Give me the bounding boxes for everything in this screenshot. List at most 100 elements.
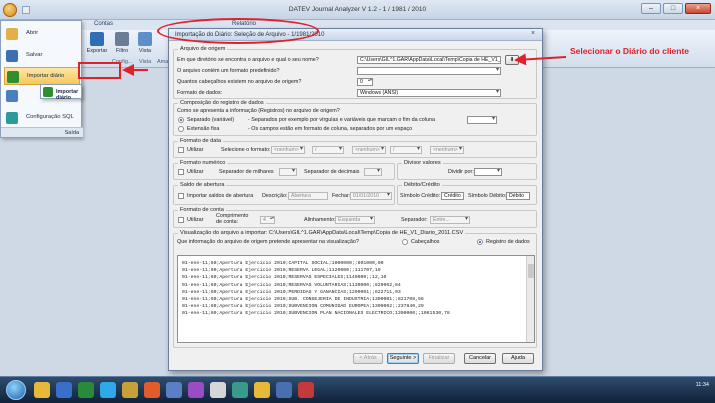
opening-balance-checkbox[interactable]	[178, 193, 184, 199]
back-button[interactable]: < Atrás	[353, 353, 383, 364]
number-use-checkbox[interactable]	[178, 169, 184, 175]
app-icon-2[interactable]	[232, 382, 248, 398]
exit-button[interactable]: Saída	[65, 130, 79, 136]
cancel-button[interactable]: Cancelar	[464, 353, 496, 364]
date-sep-1-select[interactable]: /	[312, 146, 344, 154]
preview-scrollbar[interactable]	[526, 256, 534, 342]
submenu-importar-diario[interactable]: Importar diário	[40, 84, 82, 101]
separated-label: Separado (variável)	[187, 117, 235, 123]
start-button[interactable]	[6, 380, 26, 400]
description-input[interactable]: Abertura	[288, 192, 328, 200]
menu-item-abrir[interactable]: Abrir	[4, 25, 80, 43]
chrome-icon[interactable]	[144, 382, 160, 398]
onenote-icon[interactable]	[188, 382, 204, 398]
minimize-button[interactable]: –	[641, 3, 661, 14]
datev-icon[interactable]	[210, 382, 226, 398]
fixed-width-desc: - Os campos estão em formato de coluna, …	[248, 126, 413, 132]
word-icon[interactable]	[56, 382, 72, 398]
skype-icon[interactable]	[100, 382, 116, 398]
outlook-icon[interactable]	[166, 382, 182, 398]
date-part-1-select[interactable]: <nenhum>	[271, 146, 305, 154]
excel-icon[interactable]	[78, 382, 94, 398]
scrollbar-thumb[interactable]	[528, 264, 534, 278]
credit-symbol-label: Símbolo Crédito:	[400, 193, 441, 199]
group-record-composition: Composição do registro de dados Como se …	[173, 100, 537, 136]
preview-box[interactable]: 01-ene-11;60;Apertura Ejercicio 2010;CAP…	[177, 255, 535, 343]
number-use-label: Utilizar	[187, 169, 204, 175]
import-icon	[43, 87, 53, 97]
preview-line: 01-ene-11;60;Apertura Ejercicio 2010;PER…	[182, 289, 401, 295]
menu-item-importar-diario[interactable]: Importar diário	[4, 67, 80, 85]
folder-icon[interactable]	[254, 382, 270, 398]
thousands-sep-select[interactable]	[279, 168, 297, 176]
annotation-rect	[78, 62, 121, 79]
browse-button[interactable]: ⬇	[505, 55, 519, 65]
opening-date-input[interactable]: 01/01/2010	[350, 192, 392, 200]
menu-item-salvar[interactable]: Salvar	[4, 47, 80, 65]
menu-item-config-sql[interactable]: Configuração SQL	[4, 109, 80, 127]
group-date-format: Formato de data Utilizar Selecione o for…	[173, 138, 537, 158]
preview-line: 01-ene-11;60;Apertura Ejercicio 2010;SUB…	[182, 297, 424, 303]
debit-symbol-label: Símbolo Débito:	[468, 193, 507, 199]
menu-item-label: Configuração SQL	[26, 114, 74, 120]
app-title: DATEV Journal Analyzer V 1.2 - 1 / 1981 …	[288, 6, 427, 13]
date-use-checkbox[interactable]	[178, 147, 184, 153]
filter-button[interactable]: Filtro	[111, 32, 133, 54]
window-controls: – □ ×	[641, 3, 711, 14]
debit-symbol-input[interactable]: Débito	[506, 192, 530, 200]
description-label: Descrição:	[262, 193, 288, 199]
file-path-input[interactable]: C:\Users\GIL^1.GAR\AppData\Local\Temp\Co…	[357, 56, 501, 64]
export-button[interactable]: Exportar	[86, 32, 108, 54]
alignment-select[interactable]: Esquerda	[335, 216, 375, 224]
header-lines-stepper[interactable]: 0	[357, 78, 373, 86]
group-value-divisor: Divisor valores Dividir por:	[397, 160, 537, 180]
group-number-format: Formato numérico Utilizar Separador de m…	[173, 160, 395, 180]
group-title: Divisor valores	[402, 160, 443, 166]
separator-select[interactable]	[467, 116, 497, 124]
headers-label: Cabeçalhos	[411, 239, 440, 245]
preview-lines: 01-ene-11;60;Apertura Ejercicio 2010;CAP…	[178, 256, 534, 318]
records-radio[interactable]	[477, 239, 483, 245]
tab-contas[interactable]: Contas	[94, 21, 113, 27]
view-button[interactable]: Vista	[134, 32, 156, 54]
import-icon	[7, 71, 19, 83]
close-button[interactable]: ×	[685, 3, 711, 14]
account-separator-label: Separador:	[401, 217, 428, 223]
date-part-2-select[interactable]: <nenhum>	[352, 146, 386, 154]
credit-symbol-input[interactable]: Crédito	[441, 192, 464, 200]
decimal-sep-select[interactable]	[364, 168, 382, 176]
ribbon-group-ama: Ama	[157, 59, 169, 65]
explorer-icon[interactable]	[34, 382, 50, 398]
group-title: Arquivo de origem	[178, 46, 228, 52]
fixed-width-radio[interactable]	[178, 126, 184, 132]
date-label: Fechar:	[332, 193, 351, 199]
app-icon-4[interactable]	[298, 382, 314, 398]
fixed-width-label: Extensão fixa	[187, 126, 220, 132]
annotation-ellipse	[157, 18, 319, 44]
group-opening-balance: Saldo de abertura Importar saldos de abe…	[173, 182, 395, 205]
app-icon[interactable]	[122, 382, 138, 398]
maximize-button[interactable]: □	[663, 3, 683, 14]
data-format-select[interactable]: Windows (ANSI)	[357, 89, 501, 97]
divide-by-select[interactable]	[474, 168, 502, 176]
account-length-stepper[interactable]: 4	[260, 216, 275, 224]
account-separator-select[interactable]: Entre...	[430, 216, 470, 224]
app-icon-3[interactable]	[276, 382, 292, 398]
separated-radio[interactable]	[178, 117, 184, 123]
group-title: Formato numérico	[178, 160, 228, 166]
help-button[interactable]: Ajuda	[502, 353, 534, 364]
date-sep-2-select[interactable]: /	[390, 146, 422, 154]
account-use-checkbox[interactable]	[178, 217, 184, 223]
group-title: Saldo de abertura	[178, 182, 227, 188]
dialog-close-button[interactable]: ×	[527, 30, 539, 39]
finish-button[interactable]: Finalizar	[423, 353, 455, 364]
download-icon: ⬇	[509, 57, 515, 63]
group-account-format: Formato de conta Utilizar Comprimento de…	[173, 207, 537, 228]
records-label: Registro de dados	[486, 239, 530, 245]
headers-radio[interactable]	[402, 239, 408, 245]
path-question: Em que diretório se encontra o arquivo e…	[177, 57, 319, 63]
predefined-format-select[interactable]	[357, 67, 501, 75]
date-part-3-select[interactable]: <nenhum>	[430, 146, 464, 154]
header-lines-question: Quantos cabeçalhos existem no arquivo de…	[177, 79, 302, 85]
next-button[interactable]: Seguinte >	[387, 353, 419, 364]
